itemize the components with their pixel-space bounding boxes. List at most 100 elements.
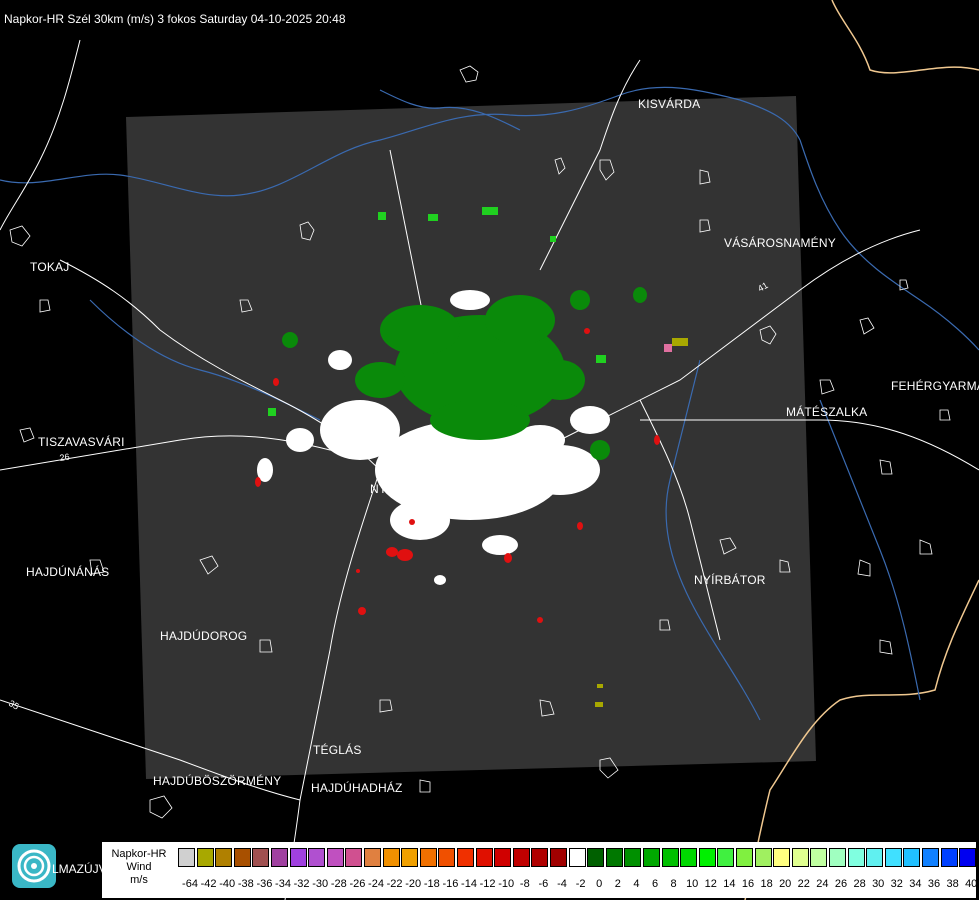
legend-label: 6 (651, 878, 659, 890)
legend-label: -34 (275, 878, 291, 890)
napkor-logo (12, 844, 56, 888)
legend-swatch (457, 848, 474, 867)
legend-label: 22 (797, 878, 810, 890)
legend-label: -24 (368, 878, 384, 890)
legend-swatch (382, 848, 400, 867)
legend-swatch (271, 848, 288, 867)
legend-label: 32 (890, 878, 903, 890)
city-label-hajduboszormeny: HAJDÚBÖSZÖRMÉNY (153, 774, 282, 788)
legend-label: 40 (965, 878, 978, 890)
legend-swatch (494, 848, 512, 867)
legend-swatch (568, 848, 586, 867)
legend-label: 34 (909, 878, 922, 890)
legend-swatch (866, 848, 884, 867)
map-title: Napkor-HR Szél 30km (m/s) 3 fokos Saturd… (4, 12, 346, 26)
city-label-nyirbator: NYÍRBÁTOR (694, 573, 766, 587)
legend-source: Napkor-HR (111, 848, 167, 860)
legend-swatch (252, 848, 270, 867)
legend-swatch (922, 848, 939, 867)
legend-swatch (605, 848, 623, 867)
legend-label: 28 (853, 878, 866, 890)
city-label-hajdudorog: HAJDÚDOROG (160, 629, 248, 643)
legend-swatch (810, 848, 828, 867)
legend-swatch (364, 848, 381, 867)
city-label-mateszalka: MÁTÉSZALKA (786, 405, 868, 419)
legend-swatch (178, 848, 195, 867)
legend-swatch (940, 848, 958, 867)
road-number-26: 26 (59, 452, 70, 463)
legend-swatch (959, 848, 977, 867)
city-label-tiszavasvari: TISZAVASVÁRI (38, 435, 125, 449)
city-label-hajduhadhaz: HAJDÚHADHÁZ (311, 781, 403, 795)
legend-swatch (661, 848, 679, 867)
radar-map: 35 26 41 (0, 0, 979, 900)
legend-label: 8 (670, 878, 677, 890)
legend-label: 16 (741, 878, 755, 890)
legend-swatch (233, 848, 251, 867)
legend-label: -6 (538, 878, 549, 890)
legend-label: -26 (349, 878, 366, 890)
country-border (831, 0, 979, 74)
legend-label: -16 (442, 878, 459, 890)
legend-swatch (401, 848, 419, 867)
legend-swatch (512, 848, 530, 867)
legend-quantity: Wind (126, 861, 152, 873)
legend-swatch (345, 848, 363, 867)
legend-label: 38 (946, 878, 959, 890)
legend-label: -32 (293, 878, 310, 890)
legend-label: 4 (633, 878, 640, 890)
legend-swatch (754, 848, 772, 867)
legend-swatch (196, 848, 214, 867)
legend-label: -14 (461, 878, 477, 890)
city-label-vasarosnameny: VÁSÁROSNAMÉNY (724, 236, 836, 250)
legend-label: -64 (182, 878, 198, 890)
city-label-fehergyarmat: FEHÉRGYARMAT (891, 379, 979, 393)
legend-swatch (308, 848, 326, 867)
legend-label: -28 (330, 878, 347, 890)
city-label-kisvarda: KISVÁRDA (638, 97, 701, 111)
legend-title: Napkor-HR Wind m/s (108, 848, 170, 887)
napkor-logo-icon (17, 849, 51, 883)
legend-label: -22 (386, 878, 403, 890)
legend-label: -36 (256, 878, 273, 890)
legend-swatch (419, 848, 437, 867)
legend-label: 30 (872, 878, 885, 890)
legend-swatch (791, 848, 809, 867)
legend-swatch (736, 848, 753, 867)
legend-swatch (698, 848, 716, 867)
legend-label: -10 (498, 878, 515, 890)
legend-swatch (903, 848, 921, 867)
legend-label: -40 (219, 878, 236, 890)
legend-label: -42 (200, 878, 217, 890)
legend-swatch (215, 848, 233, 867)
city-label-tokaj: TOKAJ (30, 260, 70, 274)
legend-label: -38 (237, 878, 254, 890)
road-number-35: 35 (7, 698, 21, 712)
city-label-ny: NY (370, 482, 388, 496)
legend-swatch (587, 848, 605, 867)
legend-swatch (550, 848, 567, 867)
legend-swatch (289, 848, 307, 867)
legend-swatch (326, 848, 344, 867)
legend-label: 26 (834, 878, 848, 890)
legend-swatch (624, 848, 642, 867)
legend-swatch (847, 848, 865, 867)
legend-label: 2 (614, 878, 621, 890)
legend-swatch (531, 848, 549, 867)
legend-swatch (717, 848, 735, 867)
legend-label: 12 (704, 878, 717, 890)
legend-label: -20 (405, 878, 422, 890)
legend-unit: m/s (130, 874, 148, 886)
legend-label: 0 (596, 878, 603, 890)
legend-label: -18 (423, 878, 440, 890)
legend-label: -12 (479, 878, 496, 890)
city-label-hajdunanas: HAJDÚNÁNÁS (26, 565, 110, 579)
legend-swatch (475, 848, 493, 867)
legend-label: 10 (686, 878, 699, 890)
legend-swatch (438, 848, 456, 867)
legend-label: -30 (312, 878, 329, 890)
legend-swatch (680, 848, 698, 867)
city-label-teglas: TÉGLÁS (313, 743, 362, 757)
legend-label: 36 (927, 878, 941, 890)
legend-swatch (773, 848, 791, 867)
